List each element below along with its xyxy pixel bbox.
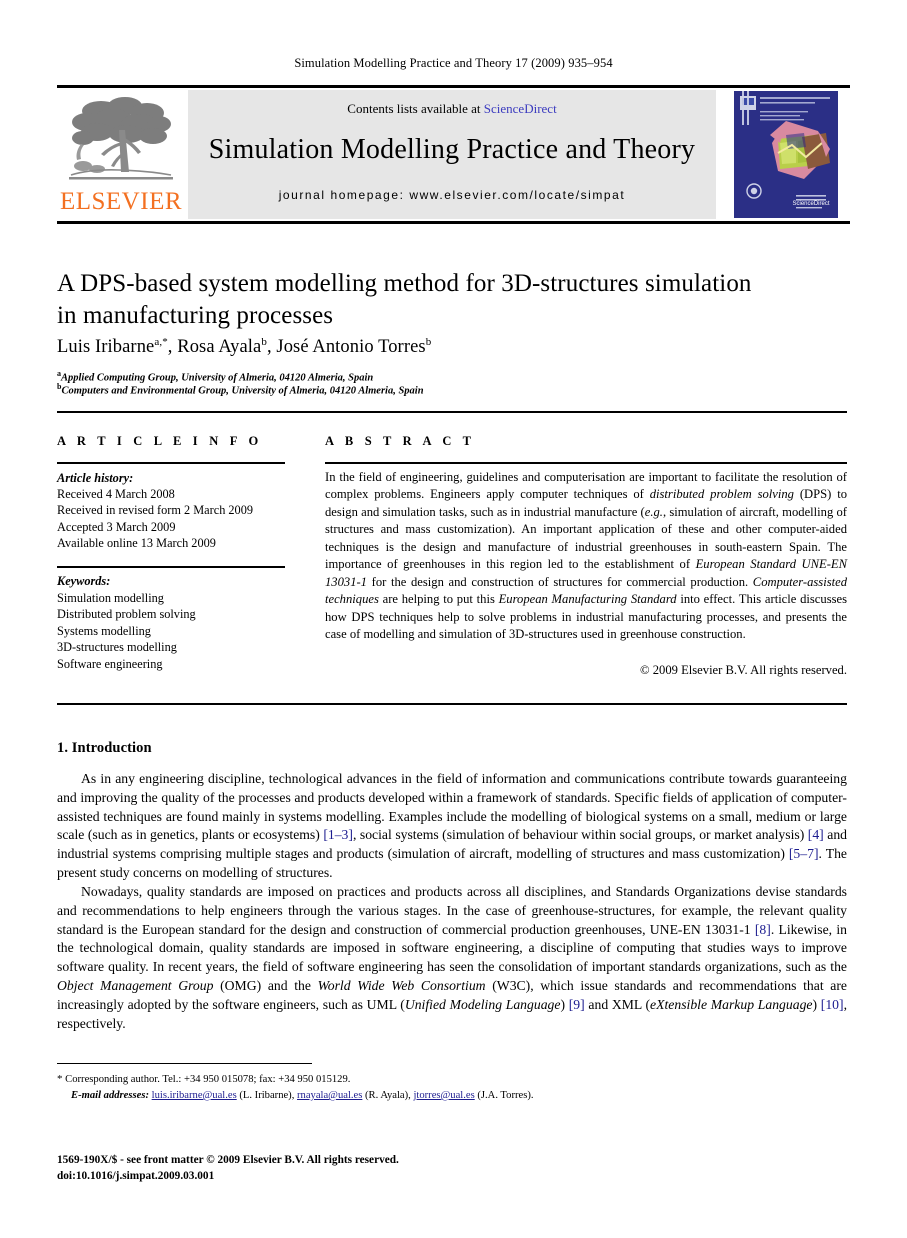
abstract-emphasis: distributed problem solving bbox=[649, 487, 794, 502]
keyword-item: 3D-structures modelling bbox=[57, 640, 177, 655]
body-run: and XML ( bbox=[584, 996, 651, 1012]
affiliation-b: bComputers and Environmental Group, Univ… bbox=[57, 381, 847, 399]
abstract-emphasis: e.g. bbox=[644, 504, 663, 519]
keywords-rule bbox=[57, 566, 285, 568]
abstract-heading: A B S T R A C T bbox=[325, 434, 476, 448]
paragraph-2: Nowadays, quality standards are imposed … bbox=[57, 883, 847, 1034]
page-title: A DPS-based system modelling method for … bbox=[57, 268, 847, 332]
article-info-rule bbox=[57, 462, 285, 465]
article-history: Article history: Received 4 March 2008 R… bbox=[57, 470, 307, 551]
footnote-rule bbox=[57, 1063, 312, 1065]
paragraph-1: As in any engineering discipline, techno… bbox=[57, 770, 847, 883]
abstract-emphasis: European Manufacturing Standard bbox=[498, 592, 677, 607]
corresponding-author-note: * Corresponding author. Tel.: +34 950 01… bbox=[57, 1072, 757, 1088]
sciencedirect-link[interactable]: ScienceDirect bbox=[484, 101, 557, 116]
history-item: Accepted 3 March 2009 bbox=[57, 519, 176, 534]
body-emphasis: eXtensible Markup Language bbox=[650, 996, 813, 1012]
citation-reference[interactable]: [8] bbox=[755, 922, 771, 937]
history-item: Received 4 March 2008 bbox=[57, 487, 175, 502]
citation-reference[interactable]: [9] bbox=[569, 997, 585, 1012]
author-list: Luis Iribarnea,*, Rosa Ayalab, José Anto… bbox=[57, 336, 847, 358]
issn-doi-block: 1569-190X/$ - see front matter © 2009 El… bbox=[57, 1152, 757, 1184]
keywords-label: Keywords: bbox=[57, 574, 111, 588]
article-info-heading: A R T I C L E I N F O bbox=[57, 434, 263, 448]
email-link[interactable]: luis.iribarne@ual.es bbox=[152, 1090, 237, 1101]
banner-top-rule bbox=[57, 85, 850, 88]
article-history-label: Article history: bbox=[57, 471, 134, 485]
title-line-1: A DPS-based system modelling method for … bbox=[57, 270, 752, 297]
keywords-block: Keywords: Simulation modelling Distribut… bbox=[57, 573, 307, 673]
author-2: Rosa Ayalab bbox=[177, 336, 267, 358]
elsevier-logo: ELSEVIER bbox=[57, 90, 185, 219]
keyword-item: Simulation modelling bbox=[57, 590, 164, 605]
abstract-run: are helping to put this bbox=[378, 592, 499, 607]
footnote-block: * Corresponding author. Tel.: +34 950 01… bbox=[57, 1072, 757, 1103]
abstract-rule bbox=[325, 462, 847, 465]
journal-cover-image: ScienceDirect bbox=[734, 91, 838, 218]
keyword-item: Software engineering bbox=[57, 656, 163, 671]
running-head: Simulation Modelling Practice and Theory… bbox=[294, 56, 613, 70]
contents-prefix: Contents lists available at bbox=[347, 101, 484, 116]
keyword-item: Distributed problem solving bbox=[57, 607, 196, 622]
journal-banner: ELSEVIER Contents lists available at Sci… bbox=[57, 85, 850, 224]
body-run: (OMG) and the bbox=[213, 978, 318, 994]
citation-reference[interactable]: [10] bbox=[821, 997, 844, 1012]
author-1-marks: a,* bbox=[154, 336, 168, 348]
citation-reference[interactable]: [4] bbox=[808, 827, 824, 842]
author-1: Luis Iribarnea,* bbox=[57, 336, 168, 358]
info-block-top-rule bbox=[57, 411, 847, 414]
body-run: Nowadays, quality standards are imposed … bbox=[57, 883, 847, 937]
article-page: Simulation Modelling Practice and Theory… bbox=[0, 0, 907, 1238]
title-line-2: in manufacturing processes bbox=[57, 301, 334, 329]
keyword-item: Systems modelling bbox=[57, 623, 151, 638]
email-person: (R. Ayala), bbox=[362, 1089, 414, 1101]
author-3: José Antonio Torresb bbox=[276, 336, 432, 358]
abstract-text: In the field of engineering, guidelines … bbox=[325, 469, 847, 643]
cover-artwork-icon: ScienceDirect bbox=[734, 91, 838, 218]
asterisk-icon: * bbox=[57, 1073, 63, 1085]
author-3-marks: b bbox=[425, 336, 432, 348]
journal-homepage-link[interactable]: journal homepage: www.elsevier.com/locat… bbox=[279, 188, 626, 202]
body-run: ) bbox=[812, 996, 821, 1012]
email-addresses-line: E-mail addresses: luis.iribarne@ual.es (… bbox=[57, 1088, 757, 1103]
abstract-run: for the design and construction of struc… bbox=[366, 574, 753, 589]
history-item: Received in revised form 2 March 2009 bbox=[57, 503, 254, 518]
email-addresses-label: E-mail addresses: bbox=[71, 1089, 152, 1101]
issn-line: 1569-190X/$ - see front matter © 2009 El… bbox=[57, 1154, 399, 1166]
banner-bottom-rule bbox=[57, 221, 850, 224]
elsevier-tree-icon bbox=[69, 97, 173, 180]
journal-cover-thumbnail: ScienceDirect bbox=[722, 90, 850, 219]
introduction-body: As in any engineering discipline, techno… bbox=[57, 770, 847, 1034]
body-run: ) bbox=[560, 996, 569, 1012]
journal-banner-center: Contents lists available at ScienceDirec… bbox=[188, 90, 716, 219]
affiliation-b-text: Computers and Environmental Group, Unive… bbox=[61, 385, 424, 397]
author-sep-2: , bbox=[266, 337, 277, 358]
abstract-copyright: © 2009 Elsevier B.V. All rights reserved… bbox=[640, 663, 847, 677]
email-person: (L. Iribarne), bbox=[236, 1089, 298, 1101]
citation-reference[interactable]: [1–3] bbox=[323, 827, 353, 842]
elsevier-wordmark: ELSEVIER bbox=[59, 188, 183, 215]
email-link[interactable]: jtorres@ual.es bbox=[413, 1090, 474, 1101]
contents-available-line: Contents lists available at ScienceDirec… bbox=[347, 101, 556, 117]
history-item: Available online 13 March 2009 bbox=[57, 535, 216, 550]
email-person: (J.A. Torres). bbox=[474, 1089, 534, 1101]
body-run: , social systems (simulation of behaviou… bbox=[352, 827, 808, 843]
body-emphasis: Object Management Group bbox=[57, 978, 214, 994]
svg-text:ScienceDirect: ScienceDirect bbox=[792, 201, 829, 207]
corresponding-author-text: Corresponding author. Tel.: +34 950 0150… bbox=[65, 1074, 351, 1085]
email-link[interactable]: rnayala@ual.es bbox=[297, 1090, 362, 1101]
citation-reference[interactable]: [5–7] bbox=[789, 846, 819, 861]
body-emphasis: Unified Modeling Language bbox=[404, 996, 561, 1012]
section-heading-introduction: 1. Introduction bbox=[57, 740, 152, 756]
journal-title: Simulation Modelling Practice and Theory bbox=[208, 134, 696, 165]
author-sep-1: , bbox=[167, 337, 178, 358]
info-block-bottom-rule bbox=[57, 703, 847, 706]
doi-line: doi:10.1016/j.simpat.2009.03.001 bbox=[57, 1170, 215, 1183]
body-emphasis: World Wide Web Consortium bbox=[317, 978, 486, 994]
